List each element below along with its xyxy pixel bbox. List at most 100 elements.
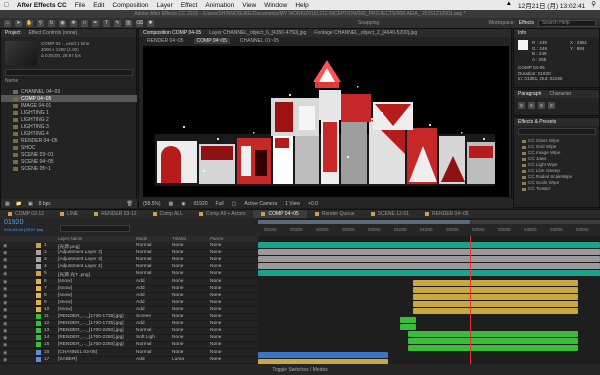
clock[interactable]: 12月21日 (月) 13:02:41 xyxy=(518,0,585,10)
align-center-icon[interactable]: ≡ xyxy=(528,102,535,109)
spotlight-icon[interactable]: ⚲ xyxy=(591,0,596,10)
subtab-comp[interactable]: COMP 04~05 xyxy=(193,38,230,44)
menu-window[interactable]: Window xyxy=(264,2,287,9)
parent-select[interactable]: None xyxy=(210,300,221,305)
blend-mode-select[interactable]: Add xyxy=(136,321,145,326)
camera-view-select[interactable]: Active Camera xyxy=(244,201,277,207)
col-trkmat[interactable]: TrkMat xyxy=(172,236,186,241)
align-right-icon[interactable]: ≡ xyxy=(538,102,545,109)
timeline-tab[interactable]: SCENE 12-01 xyxy=(363,210,417,218)
label-color-swatch[interactable] xyxy=(36,314,41,319)
track-matte-select[interactable]: None xyxy=(172,279,183,284)
timeline-timecode[interactable]: 01920 xyxy=(4,219,23,226)
blend-mode-select[interactable]: Normal xyxy=(136,350,151,355)
parent-select[interactable]: None xyxy=(210,271,221,276)
timeline-tab[interactable]: Comp ALL xyxy=(145,210,191,218)
effects-search[interactable] xyxy=(518,128,596,135)
blend-mode-select[interactable]: Screen xyxy=(136,314,151,319)
menu-animation[interactable]: Animation xyxy=(205,2,234,9)
timeline-tab[interactable]: LINE xyxy=(52,210,86,218)
magnification-select[interactable]: (58.5%) xyxy=(143,201,161,207)
timeline-tab[interactable]: COMP 04~05 xyxy=(253,210,307,218)
bpc-label[interactable]: 8 bpc xyxy=(39,201,51,207)
visibility-eye-icon[interactable]: ◉ xyxy=(3,342,7,348)
project-search[interactable] xyxy=(5,69,133,76)
label-color-swatch[interactable] xyxy=(36,321,41,327)
parent-select[interactable]: None xyxy=(210,321,221,326)
visibility-eye-icon[interactable]: ◉ xyxy=(3,307,7,313)
toggle-switches-modes[interactable]: Toggle Switches / Modes xyxy=(272,367,327,373)
visibility-eye-icon[interactable]: ◉ xyxy=(3,243,7,249)
rectangle-tool-icon[interactable]: □ xyxy=(81,19,88,27)
layer-duration-bar[interactable] xyxy=(258,352,388,358)
label-color-swatch[interactable] xyxy=(36,250,41,256)
visibility-eye-icon[interactable]: ◉ xyxy=(3,286,7,292)
menu-edit[interactable]: Edit xyxy=(93,2,104,9)
col-layer-name[interactable]: Layer Name xyxy=(58,236,83,241)
parent-select[interactable]: None xyxy=(210,293,221,298)
visibility-eye-icon[interactable]: ◉ xyxy=(3,293,7,299)
tab-effects-presets[interactable]: Effects & Presets xyxy=(518,119,556,125)
blend-mode-select[interactable]: Normal xyxy=(136,243,151,248)
time-ruler[interactable]: 00100 00200 00300 00400 00500 01000 01500 02000… xyxy=(258,224,600,236)
track-matte-select[interactable]: None xyxy=(172,300,183,305)
layer-duration-bar[interactable] xyxy=(400,317,416,323)
grid-icon[interactable]: ▦ xyxy=(169,201,174,207)
layer-duration-bar[interactable] xyxy=(258,256,600,262)
label-color-swatch[interactable] xyxy=(36,349,41,355)
menu-layer[interactable]: Layer xyxy=(157,2,173,9)
layer-row[interactable]: ◉ 17 [SABER] Add Luma None xyxy=(0,356,258,364)
visibility-eye-icon[interactable]: ◉ xyxy=(3,279,7,285)
blend-mode-select[interactable]: Normal xyxy=(136,250,151,255)
project-item[interactable]: LIGHTING 2 xyxy=(1,116,137,123)
project-item[interactable]: SCENE 05~1 xyxy=(1,165,137,172)
label-color-swatch[interactable] xyxy=(36,335,41,341)
track-matte-select[interactable]: None xyxy=(172,271,183,276)
visibility-eye-icon[interactable]: ◉ xyxy=(3,335,7,341)
parent-select[interactable]: None xyxy=(210,350,221,355)
blend-mode-select[interactable]: Add xyxy=(136,286,145,291)
layer-duration-bar[interactable] xyxy=(413,301,578,307)
new-comp-icon[interactable]: ▣ xyxy=(28,201,33,207)
search-help-field[interactable]: Search Help xyxy=(538,19,596,27)
parent-select[interactable]: None xyxy=(210,342,221,347)
parent-select[interactable]: None xyxy=(210,243,221,248)
visibility-eye-icon[interactable]: ◉ xyxy=(3,350,7,356)
project-item[interactable]: LIGHTING 4 xyxy=(1,130,137,137)
tab-character[interactable]: Character xyxy=(549,91,571,97)
timeline-tab[interactable]: COMP 03-12 xyxy=(0,210,52,218)
track-matte-select[interactable]: None xyxy=(172,307,183,312)
blend-mode-select[interactable]: Add xyxy=(136,293,145,298)
app-menu[interactable]: After Effects CC xyxy=(17,2,67,9)
layer-duration-bar[interactable] xyxy=(408,338,578,344)
track-matte-select[interactable]: None xyxy=(172,243,183,248)
exposure-value[interactable]: +0.0 xyxy=(308,201,318,207)
camera-tool-icon[interactable]: ◉ xyxy=(59,19,66,27)
blend-mode-select[interactable]: Add xyxy=(136,279,145,284)
timeline-tab[interactable]: RENDER 03-12 xyxy=(86,210,144,218)
menu-help[interactable]: Help xyxy=(295,2,308,9)
region-of-interest-icon[interactable]: ▢ xyxy=(232,201,237,207)
visibility-eye-icon[interactable]: ◉ xyxy=(3,271,7,277)
align-left-icon[interactable]: ≡ xyxy=(518,102,525,109)
blend-mode-select[interactable]: Normal xyxy=(136,271,151,276)
project-item[interactable]: LIGHTING 3 xyxy=(1,123,137,130)
label-color-swatch[interactable] xyxy=(36,257,41,263)
menu-composition[interactable]: Composition xyxy=(112,2,148,9)
layer-duration-bar[interactable] xyxy=(408,345,578,351)
composition-viewer[interactable] xyxy=(143,46,509,197)
parent-select[interactable]: None xyxy=(210,328,221,333)
track-matte-select[interactable]: Luma xyxy=(172,357,184,362)
menu-view[interactable]: View xyxy=(242,2,256,9)
project-item[interactable]: SCENE 04~05 xyxy=(1,158,137,165)
layer-duration-bar[interactable] xyxy=(400,324,416,330)
current-time[interactable]: 01920 xyxy=(194,201,208,207)
visibility-eye-icon[interactable]: ◉ xyxy=(3,357,7,363)
project-item[interactable]: RENDER 04~05 xyxy=(1,137,137,144)
visibility-eye-icon[interactable]: ◉ xyxy=(3,264,7,270)
tab-effect-controls[interactable]: Effect Controls (none) xyxy=(29,30,78,36)
track-matte-select[interactable]: None xyxy=(172,350,183,355)
stamp-tool-icon[interactable]: ▥ xyxy=(125,19,132,27)
menu-effect[interactable]: Effect xyxy=(181,2,198,9)
layer-duration-bar[interactable] xyxy=(258,270,600,276)
